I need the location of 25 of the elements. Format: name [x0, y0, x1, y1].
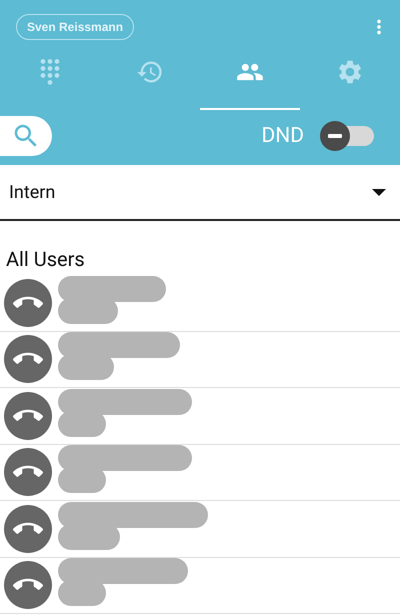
phone-status-icon: [4, 392, 52, 440]
section-heading: All Users: [5, 246, 86, 273]
dropdown-value: Intern: [9, 182, 56, 202]
redacted-number: [58, 354, 114, 380]
phone-status-icon: [4, 278, 52, 327]
phone-status-icon: [4, 504, 52, 553]
user-row[interactable]: [0, 501, 400, 558]
redacted-number: [58, 580, 106, 606]
redacted-number: [58, 524, 120, 550]
redacted-number: [58, 410, 106, 437]
user-row[interactable]: [0, 388, 400, 444]
phone-status-icon: [4, 561, 52, 610]
group-dropdown[interactable]: Intern: [0, 165, 400, 221]
phone-status-icon: [4, 335, 52, 384]
redacted-number: [58, 467, 106, 494]
user-row[interactable]: [0, 332, 400, 388]
dnd-toggle[interactable]: [320, 121, 376, 151]
user-row[interactable]: [0, 275, 400, 332]
phone-status-icon: [4, 448, 52, 496]
user-row[interactable]: [0, 558, 400, 614]
caret-icon: [372, 188, 386, 196]
dnd-label: DND: [261, 124, 304, 148]
redacted-number: [58, 298, 118, 324]
user-row[interactable]: [0, 444, 400, 501]
settings-icon: [336, 58, 364, 86]
